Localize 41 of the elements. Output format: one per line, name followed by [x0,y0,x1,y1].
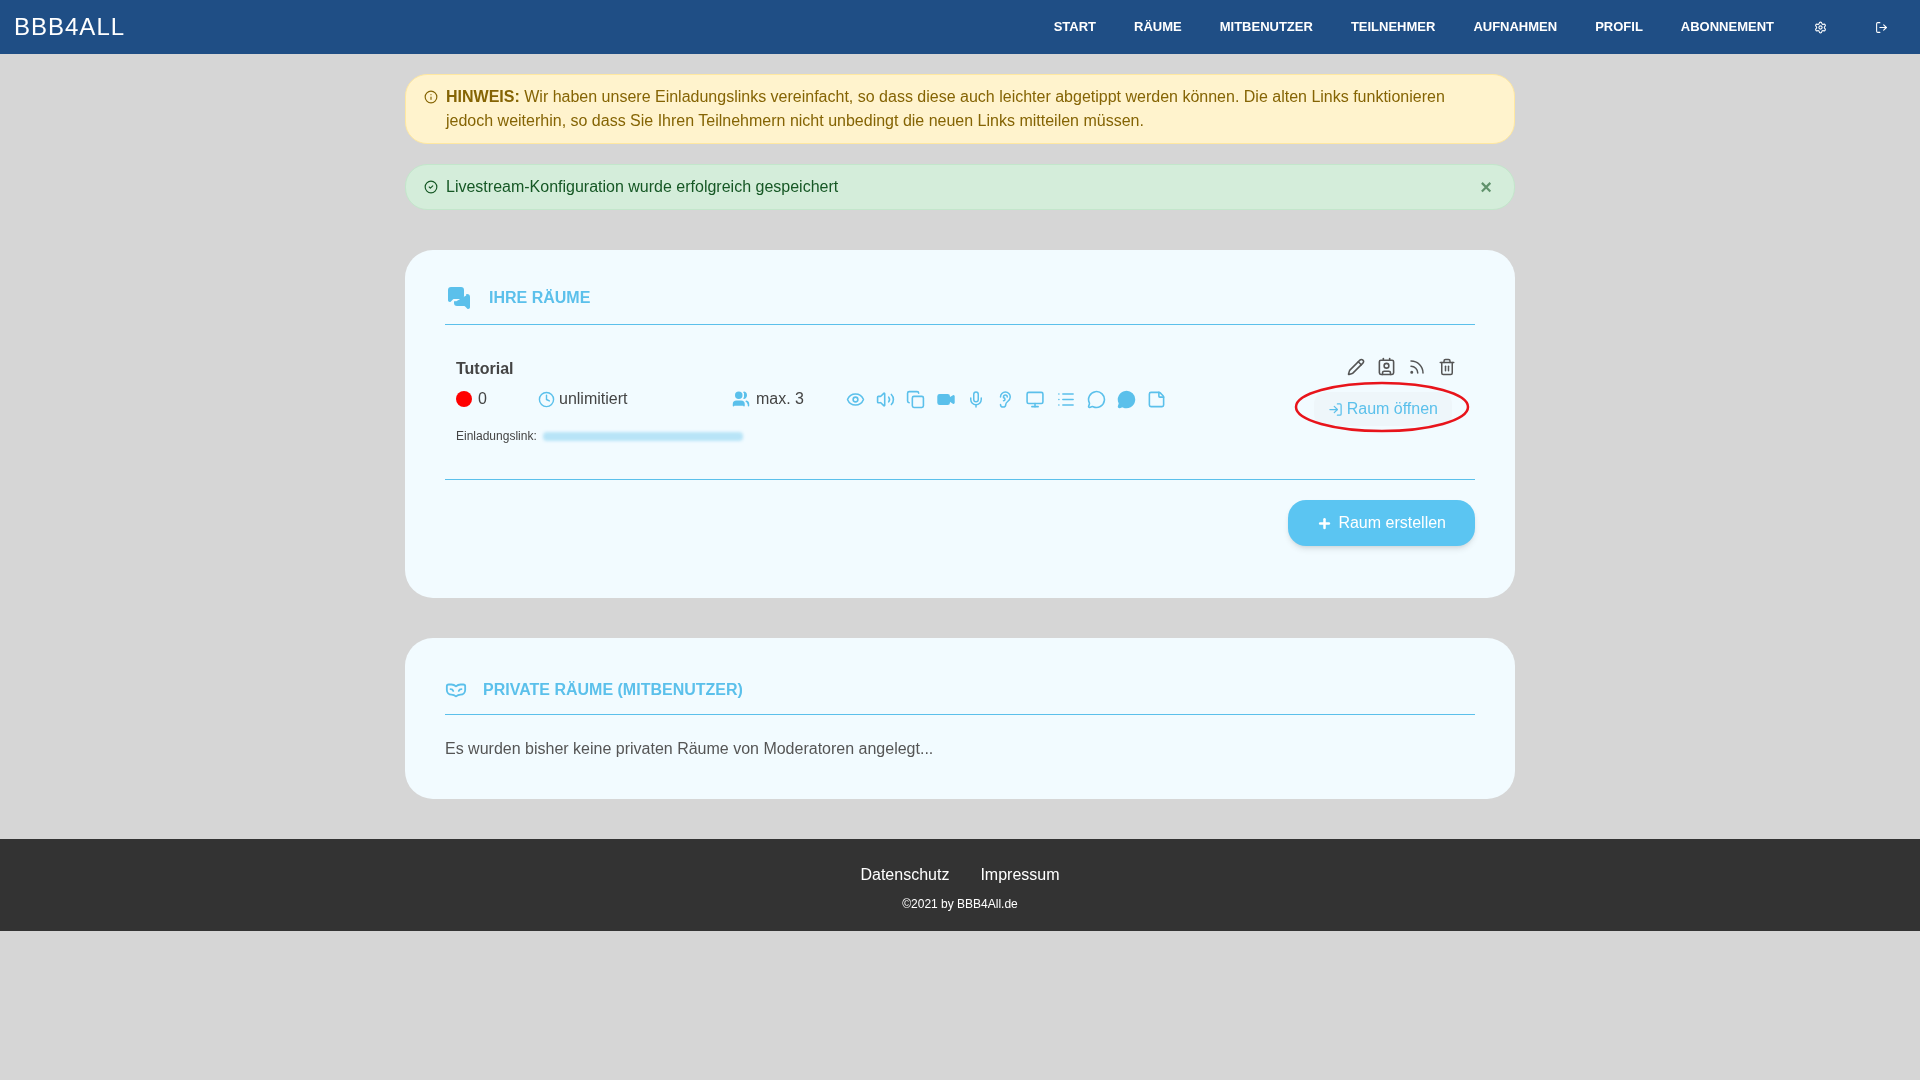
speech-bubble-icon [1087,389,1106,409]
check-circle-icon [424,180,438,194]
microphone-icon [967,389,985,409]
footer-link[interactable]: Impressum [980,863,1060,887]
rss-icon[interactable] [1408,357,1426,376]
contact-card-icon[interactable] [1377,357,1396,376]
speech-bubble-icon [1117,389,1136,409]
speaker-icon [876,389,895,409]
invite-link-label: Einladungslink: [456,428,537,445]
nav-link[interactable]: RÄUME [1134,17,1182,37]
nav-link[interactable]: MITBENUTZER [1219,17,1313,37]
pencil-icon[interactable] [1347,357,1365,376]
nav-link[interactable]: ABONNEMENT [1680,17,1774,37]
nav-link[interactable]: PROFIL [1595,17,1643,37]
nav-link[interactable]: START [1053,17,1097,37]
section-title: PRIVATE RÄUME (MITBENUTZER) [483,680,743,700]
participant-count: 0 [478,389,488,409]
empty-message: Es wurden bisher keine privaten Räume von Moderatoren angelegt... [445,739,935,759]
alert-text: Livestream-Konfiguration wurde erfolgreich gespeichert [446,177,839,197]
clock-icon [538,390,555,408]
users-icon [730,390,752,408]
alert-text: HINWEIS: Wir haben unsere Einladungslinks vereinfacht, so dass diese auch leichter abgetippt werden können. Die alten Links funktionieren jedoch weiterhin, so dass Sie Ihren Teilnehmern nicht unbedingt die neuen Links mitteilen müssen. [446,87,1446,131]
copyright-text: ©2021 by BBB4All.de [902,896,1018,913]
settings-icon[interactable] [1814,20,1827,34]
info-icon [424,90,438,104]
nav-link[interactable]: AUFNAHMEN [1473,17,1558,37]
chat-bubbles-icon [445,286,473,310]
note-icon [1147,389,1166,409]
footer-link[interactable]: Datenschutz [860,863,950,887]
trash-icon[interactable] [1438,357,1456,376]
monitor-icon [1025,389,1045,409]
nav-link[interactable]: TEILNEHMER [1350,17,1436,37]
room-name: Tutorial [456,359,515,379]
plus-icon [1317,515,1333,531]
logo[interactable]: BBB4ALL [14,15,126,39]
sign-in-icon [1327,401,1343,417]
copy-icon [906,389,925,409]
section-title: IHRE RÄUME [489,288,591,308]
max-participants: max. 3 [756,389,805,409]
duration-text: unlimitiert [559,389,629,409]
logout-icon[interactable] [1875,20,1888,34]
